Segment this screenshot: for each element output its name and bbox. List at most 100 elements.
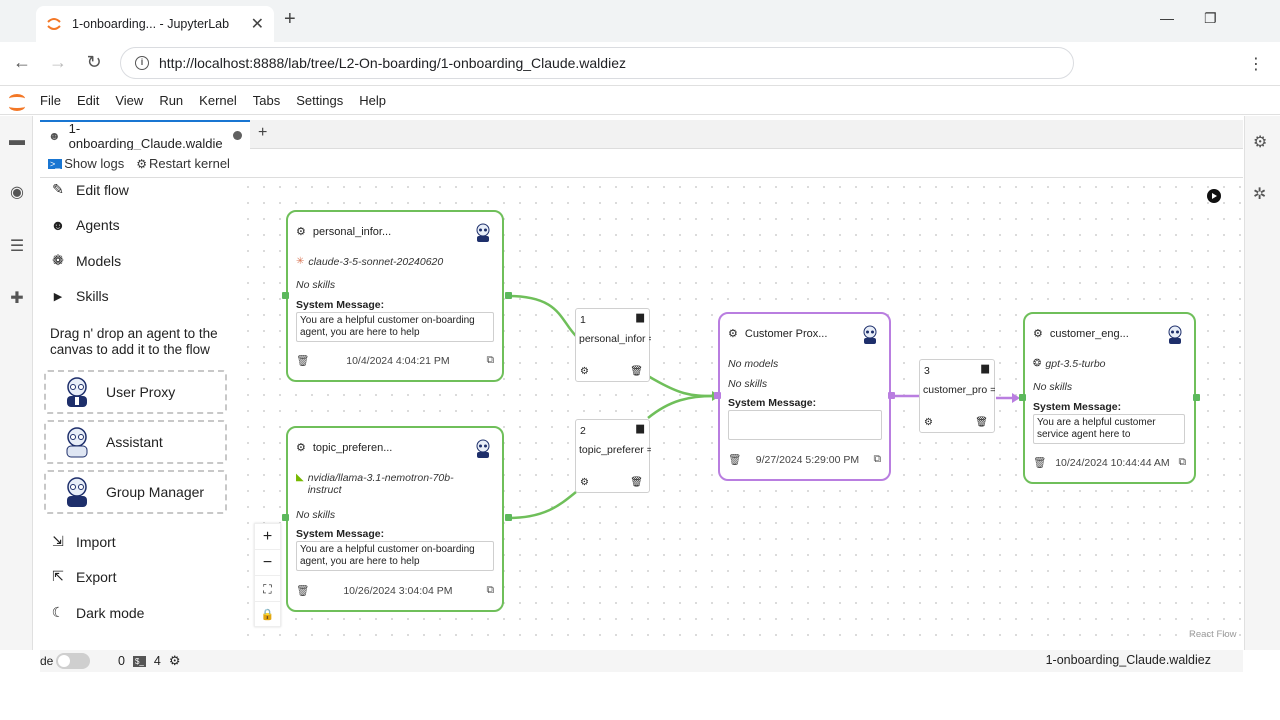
chat-trash-icon[interactable]: 🗑 <box>975 417 988 428</box>
robot-icon: ☻ <box>50 217 66 233</box>
node-handle-left[interactable] <box>282 514 289 521</box>
zoom-out-icon[interactable]: − <box>255 550 280 576</box>
restore-icon[interactable]: ❐ <box>1204 10 1217 27</box>
node-handle-left[interactable] <box>1019 394 1026 401</box>
skills-button[interactable]: ▶ Skills <box>50 288 109 304</box>
tab-waldiez-file[interactable]: ☻ 1-onboarding_Claude.waldie <box>40 120 250 151</box>
chat-trash-icon[interactable]: 🗑 <box>630 366 643 377</box>
import-label: Import <box>76 533 116 550</box>
system-message-input[interactable]: You are a helpful customer service agent… <box>1033 414 1185 444</box>
kernel-status-icon[interactable]: ⚙ <box>169 653 181 669</box>
agent-node-topic[interactable]: ⚙ topic_preferen... ◣ nvidia/llama-3.1-n… <box>286 426 504 612</box>
back-icon[interactable]: ← <box>10 52 34 73</box>
node-settings-icon[interactable]: ⚙ <box>728 327 738 340</box>
system-message-input[interactable]: You are a helpful customer on-boarding a… <box>296 541 494 571</box>
add-tab-icon[interactable]: + <box>258 124 267 142</box>
message-icon[interactable]: ▆ <box>636 423 644 434</box>
menu-file[interactable]: File <box>40 93 61 108</box>
copy-icon[interactable]: ⧉ <box>874 453 882 466</box>
reload-icon[interactable]: ↻ <box>82 52 106 73</box>
zoom-in-icon[interactable]: + <box>255 524 280 550</box>
import-button[interactable]: ⇲ Import <box>50 533 116 550</box>
chat-settings-icon[interactable]: ⚙ <box>580 477 589 488</box>
simple-mode-toggle[interactable] <box>56 653 90 669</box>
chat-edge-1[interactable]: 1 ▆ personal_infor =>... ⚙ 🗑 <box>575 308 651 382</box>
trash-icon[interactable]: 🗑 <box>728 453 741 466</box>
models-button[interactable]: ❁ Models <box>50 252 121 269</box>
drag-user-proxy[interactable]: User Proxy <box>44 370 227 414</box>
new-tab-icon[interactable]: + <box>284 8 296 31</box>
node-model-name: nvidia/llama-3.1-nemotron-70b-instruct <box>307 472 454 496</box>
folder-icon[interactable]: ▬ <box>7 132 27 152</box>
system-message-input[interactable]: You are a helpful customer on-boarding a… <box>296 312 494 342</box>
user-proxy-node[interactable]: ⚙ Customer Prox... No models No skills S… <box>718 312 891 481</box>
browser-menu-icon[interactable]: ⋮ <box>1248 54 1264 74</box>
menu-settings[interactable]: Settings <box>296 93 343 108</box>
chat-settings-icon[interactable]: ⚙ <box>924 417 933 428</box>
export-label: Export <box>76 568 117 585</box>
node-handle-right[interactable] <box>888 392 895 399</box>
browser-tab[interactable]: 1-onboarding... - JupyterLab ✕ <box>36 6 274 42</box>
copy-icon[interactable]: ⧉ <box>1179 456 1187 469</box>
robot-icon <box>863 325 877 344</box>
node-date: 10/24/2024 10:44:44 AM <box>1055 456 1170 469</box>
node-handle-left[interactable] <box>714 392 721 399</box>
copy-icon[interactable]: ⧉ <box>487 584 495 597</box>
drag-assistant[interactable]: Assistant <box>44 420 227 464</box>
waldiez-sidebar: ✎ Edit flow ☻ Agents ❁ Models ▶ Skills D… <box>40 179 240 649</box>
copy-icon[interactable]: ⧉ <box>487 354 495 367</box>
extensions-icon[interactable]: ✚ <box>7 288 27 308</box>
forward-icon[interactable]: → <box>46 52 70 73</box>
property-inspector-icon[interactable]: ⚙ <box>1253 132 1267 152</box>
node-settings-icon[interactable]: ⚙ <box>296 441 306 454</box>
node-handle-right[interactable] <box>505 514 512 521</box>
export-button[interactable]: ⇱ Export <box>50 568 116 585</box>
trash-icon[interactable]: 🗑 <box>1033 456 1046 469</box>
chat-settings-icon[interactable]: ⚙ <box>580 366 589 377</box>
message-icon[interactable]: ▆ <box>981 363 989 374</box>
system-message-input[interactable] <box>728 410 882 440</box>
address-bar[interactable]: i http://localhost:8888/lab/tree/L2-On-b… <box>120 47 1074 79</box>
menu-tabs[interactable]: Tabs <box>253 93 280 108</box>
menu-view[interactable]: View <box>115 93 143 108</box>
menu-run[interactable]: Run <box>159 93 183 108</box>
kernel-count: 0 <box>118 654 125 668</box>
agent-node-engagement[interactable]: ⚙ customer_eng... ❂ gpt-3.5-turbo No ski… <box>1023 312 1196 484</box>
node-settings-icon[interactable]: ⚙ <box>296 225 306 238</box>
browser-toolbar: ← → ↻ i http://localhost:8888/lab/tree/L… <box>0 42 1280 86</box>
debugger-icon[interactable]: ✲ <box>1253 184 1266 204</box>
terminal-status-icon[interactable]: $_ <box>132 655 146 667</box>
running-sessions-icon[interactable]: ◉ <box>7 182 27 202</box>
show-logs-button[interactable]: >_ Show logs <box>48 156 124 171</box>
node-name: personal_infor... <box>312 225 392 238</box>
chat-edge-3[interactable]: 3 ▆ customer_pro =>... ⚙ 🗑 <box>919 359 995 433</box>
chat-trash-icon[interactable]: 🗑 <box>630 477 643 488</box>
message-icon[interactable]: ▆ <box>636 312 644 323</box>
restart-kernel-button[interactable]: ⚙ Restart kernel <box>136 156 230 171</box>
trash-icon[interactable]: 🗑 <box>296 584 309 597</box>
node-settings-icon[interactable]: ⚙ <box>1033 327 1043 340</box>
run-flow-icon[interactable] <box>1207 189 1221 203</box>
menu-edit[interactable]: Edit <box>77 93 99 108</box>
agent-node-personal[interactable]: ⚙ personal_infor... ✳ claude-3-5-sonnet-… <box>286 210 504 382</box>
fit-view-icon[interactable]: ⛶ <box>255 576 280 602</box>
right-activity-bar: ⚙ ✲ <box>1244 116 1280 650</box>
chat-edge-2[interactable]: 2 ▆ topic_preferer =>... ⚙ 🗑 <box>575 419 651 493</box>
menu-kernel[interactable]: Kernel <box>199 93 237 108</box>
node-handle-right[interactable] <box>1193 394 1200 401</box>
menu-help[interactable]: Help <box>359 93 386 108</box>
edit-flow-button[interactable]: ✎ Edit flow <box>50 181 129 198</box>
unsaved-indicator-icon[interactable] <box>233 131 242 140</box>
table-of-contents-icon[interactable]: ☰ <box>7 236 27 256</box>
node-handle-right[interactable] <box>505 292 512 299</box>
site-info-icon[interactable]: i <box>135 56 149 70</box>
trash-icon[interactable]: 🗑 <box>296 354 309 367</box>
agents-button[interactable]: ☻ Agents <box>50 217 120 233</box>
node-footer: 🗑 10/4/2024 4:04:21 PM ⧉ <box>296 354 494 367</box>
close-tab-icon[interactable]: ✕ <box>251 14 264 34</box>
node-handle-left[interactable] <box>282 292 289 299</box>
minimize-icon[interactable]: — <box>1160 10 1174 26</box>
lock-icon[interactable]: 🔒 <box>255 602 280 628</box>
drag-group-manager[interactable]: Group Manager <box>44 470 227 514</box>
dark-mode-button[interactable]: ☾ Dark mode <box>50 604 145 621</box>
